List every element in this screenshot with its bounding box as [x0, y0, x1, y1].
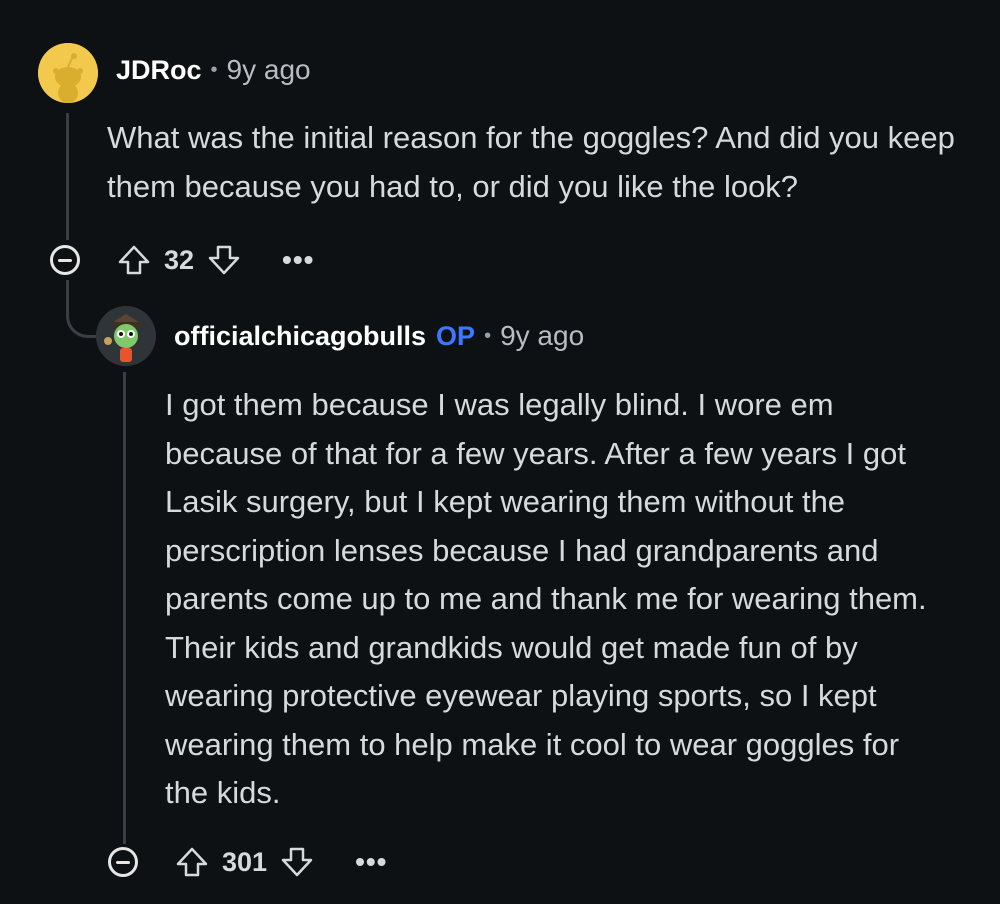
- more-options-icon[interactable]: •••: [282, 244, 314, 276]
- thread-line-top[interactable]: [66, 113, 69, 240]
- avatar[interactable]: [38, 43, 98, 103]
- comment-actions: 301 •••: [108, 842, 387, 882]
- thread-branch-curve: [66, 290, 96, 338]
- downvote-icon[interactable]: [206, 242, 242, 278]
- comment-body: I got them because I was legally blind. …: [165, 387, 927, 810]
- timestamp[interactable]: 9y ago: [500, 320, 584, 352]
- separator-dot: •: [484, 324, 492, 347]
- avatar[interactable]: [96, 306, 156, 366]
- op-badge: OP: [436, 320, 476, 351]
- downvote-icon[interactable]: [279, 844, 315, 880]
- collapse-icon[interactable]: [50, 245, 80, 275]
- upvote-icon[interactable]: [116, 242, 152, 278]
- vote-score: 301: [222, 846, 268, 877]
- custom-avatar-icon: [96, 306, 156, 366]
- username[interactable]: officialchicagobulls: [174, 321, 426, 352]
- timestamp[interactable]: 9y ago: [227, 54, 311, 86]
- vote-score: 32: [164, 244, 195, 275]
- collapse-icon[interactable]: [108, 847, 138, 877]
- comment-meta: JDRoc • 9y ago: [116, 52, 311, 88]
- snoo-avatar-icon: [38, 43, 98, 103]
- thread-line-reply[interactable]: [123, 372, 126, 844]
- comment-meta: officialchicagobulls OP • 9y ago: [174, 318, 584, 354]
- comment-body: What was the initial reason for the gogg…: [107, 120, 955, 204]
- comment-thread: JDRoc • 9y ago What was the initial reas…: [0, 0, 1000, 904]
- separator-dot: •: [210, 58, 218, 81]
- more-options-icon[interactable]: •••: [355, 846, 387, 878]
- username[interactable]: JDRoc: [116, 55, 202, 86]
- comment-actions: 32 •••: [50, 240, 314, 280]
- upvote-icon[interactable]: [174, 844, 210, 880]
